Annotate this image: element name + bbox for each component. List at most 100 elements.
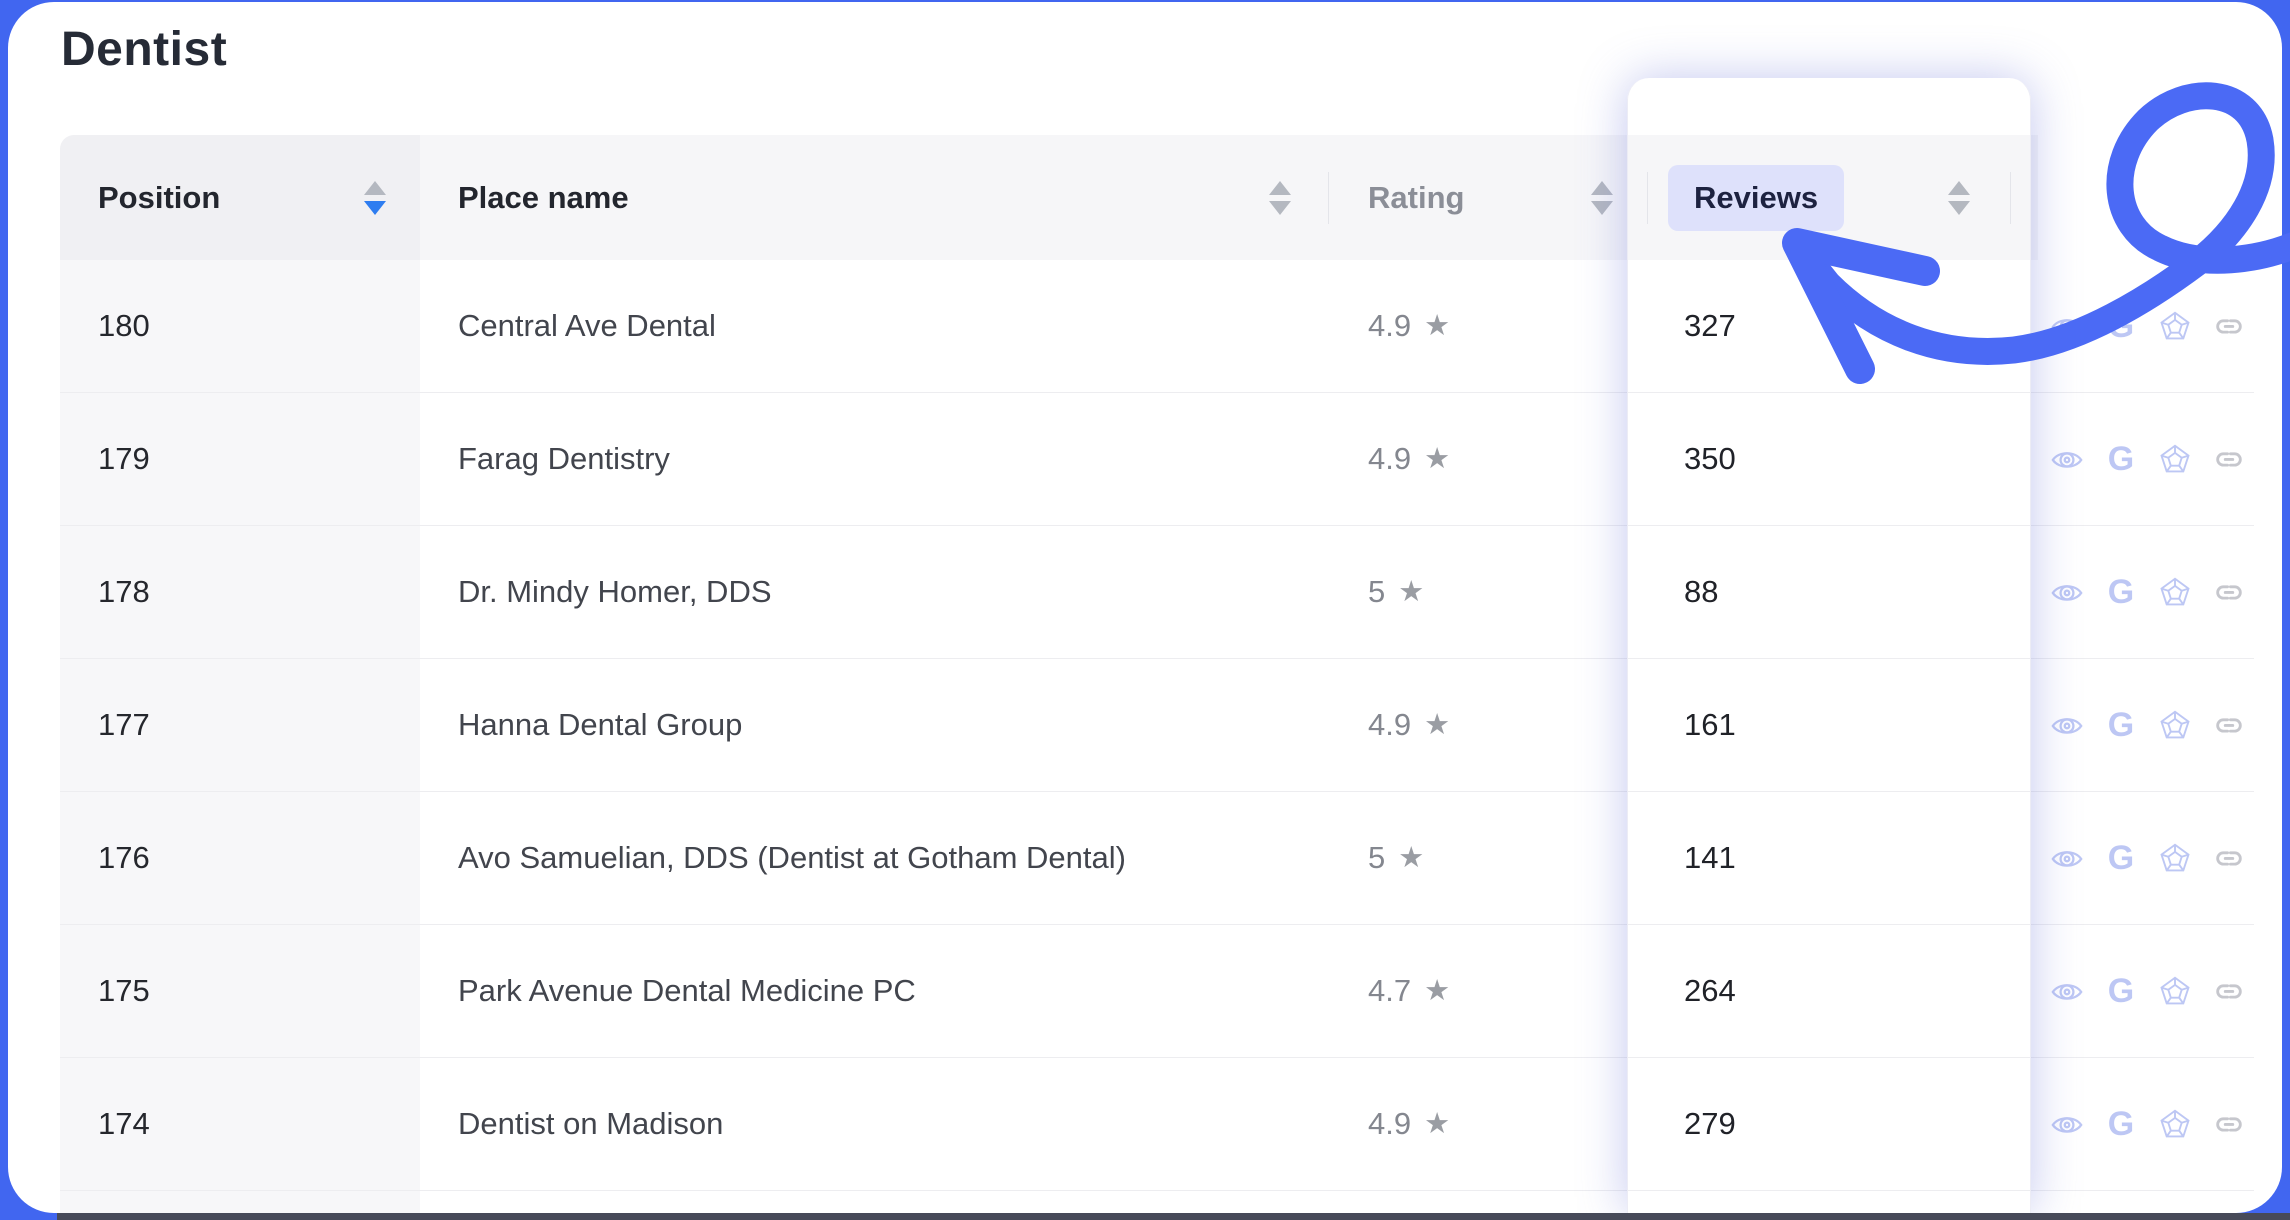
row-actions: G [2038,792,2254,924]
place-name-cell: Hanna Dental Group [420,659,1328,791]
radar-icon[interactable] [2158,974,2192,1008]
google-icon[interactable]: G [2104,841,2138,875]
place-name-cell: Farag Dentistry [420,393,1328,525]
place-name-cell: Dr. Mindy Homer, DDS [420,526,1328,658]
eye-icon[interactable] [2050,1107,2084,1141]
rating-cell: 4.7 ★ [1328,925,1635,1057]
star-icon: ★ [1424,445,1450,474]
rating-cell: 5 ★ [1328,792,1635,924]
place-name-cell: Avo Samuelian, DDS (Dentist at Gotham De… [420,792,1328,924]
link-icon[interactable] [2212,442,2246,476]
star-icon: ★ [1398,844,1424,873]
table-header: Position Place name Rating Reviews [60,135,2254,260]
radar-icon[interactable] [2158,309,2192,343]
link-icon[interactable] [2212,708,2246,742]
table-row: 177 Hanna Dental Group 4.9 ★ 161 G [60,659,2254,792]
row-actions: G [2038,1058,2254,1190]
link-icon[interactable] [2212,309,2246,343]
table-row: 174 Dentist on Madison 4.9 ★ 279 G [60,1058,2254,1191]
position-cell: 177 [60,659,420,791]
sort-icon[interactable] [1591,181,1613,215]
row-actions: G [2038,526,2254,658]
column-header-actions [2038,135,2254,260]
rating-value: 5 [1368,574,1385,610]
rating-value: 4.9 [1368,308,1411,344]
eye-icon[interactable] [2050,708,2084,742]
row-actions: G [2038,393,2254,525]
column-label: Position [98,180,220,216]
radar-icon[interactable] [2158,442,2192,476]
reviews-header-chip[interactable]: Reviews [1668,165,1844,231]
position-cell: 176 [60,792,420,924]
rating-cell: 4.9 ★ [1328,393,1635,525]
google-icon[interactable]: G [2104,974,2138,1008]
reviews-cell: 327 [1635,260,2038,392]
column-label: Place name [458,180,629,216]
rating-value: 4.7 [1368,973,1411,1009]
rating-value: 4.9 [1368,441,1411,477]
table-body: 180 Central Ave Dental 4.9 ★ 327 G [60,260,2254,1191]
rating-cell: 4.9 ★ [1328,659,1635,791]
star-icon: ★ [1424,1110,1450,1139]
link-icon[interactable] [2212,1107,2246,1141]
position-cell: 179 [60,393,420,525]
star-icon: ★ [1398,578,1424,607]
row-actions: G [2038,925,2254,1057]
eye-icon[interactable] [2050,575,2084,609]
header-separator [1647,172,1648,224]
eye-icon[interactable] [2050,974,2084,1008]
table-row: 175 Park Avenue Dental Medicine PC 4.7 ★… [60,925,2254,1058]
partial-next-row [60,1191,2254,1213]
link-icon[interactable] [2212,974,2246,1008]
star-icon: ★ [1424,312,1450,341]
google-icon[interactable]: G [2104,1107,2138,1141]
rating-cell: 4.9 ★ [1328,1058,1635,1190]
rating-cell: 4.9 ★ [1328,260,1635,392]
google-icon[interactable]: G [2104,708,2138,742]
place-name-cell: Central Ave Dental [420,260,1328,392]
sort-icon[interactable] [364,181,386,215]
place-name-cell: Dentist on Madison [420,1058,1328,1190]
radar-icon[interactable] [2158,708,2192,742]
column-header-rating[interactable]: Rating [1328,135,1635,260]
column-header-position[interactable]: Position [60,135,420,260]
rating-cell: 5 ★ [1328,526,1635,658]
eye-icon[interactable] [2050,442,2084,476]
header-separator [2010,172,2011,224]
radar-icon[interactable] [2158,841,2192,875]
link-icon[interactable] [2212,841,2246,875]
place-name-cell: Park Avenue Dental Medicine PC [420,925,1328,1057]
reviews-cell: 88 [1635,526,2038,658]
google-icon[interactable]: G [2104,575,2138,609]
eye-icon[interactable] [2050,309,2084,343]
sort-icon[interactable] [1948,181,1970,215]
reviews-cell: 264 [1635,925,2038,1057]
radar-icon[interactable] [2158,575,2192,609]
position-cell: 180 [60,260,420,392]
rating-value: 4.9 [1368,1106,1411,1142]
column-label: Rating [1368,180,1464,216]
radar-icon[interactable] [2158,1107,2192,1141]
header-separator [1328,172,1329,224]
table-row: 179 Farag Dentistry 4.9 ★ 350 G [60,393,2254,526]
table-row: 178 Dr. Mindy Homer, DDS 5 ★ 88 G [60,526,2254,659]
google-icon[interactable]: G [2104,442,2138,476]
table-row: 176 Avo Samuelian, DDS (Dentist at Gotha… [60,792,2254,925]
table-row: 180 Central Ave Dental 4.9 ★ 327 G [60,260,2254,393]
places-table: Position Place name Rating Reviews 180 C… [60,135,2254,1213]
app-card: Dentist Position Place name Rating Revie… [8,2,2282,1213]
google-icon[interactable]: G [2104,309,2138,343]
position-cell: 175 [60,925,420,1057]
reviews-cell: 350 [1635,393,2038,525]
row-actions: G [2038,659,2254,791]
link-icon[interactable] [2212,575,2246,609]
reviews-cell: 161 [1635,659,2038,791]
position-cell: 174 [60,1058,420,1190]
rating-value: 5 [1368,840,1385,876]
column-header-reviews[interactable]: Reviews [1635,135,2038,260]
eye-icon[interactable] [2050,841,2084,875]
column-header-place-name[interactable]: Place name [420,135,1328,260]
sort-icon[interactable] [1269,181,1291,215]
rating-value: 4.9 [1368,707,1411,743]
bottom-edge-strip [57,1213,2290,1220]
